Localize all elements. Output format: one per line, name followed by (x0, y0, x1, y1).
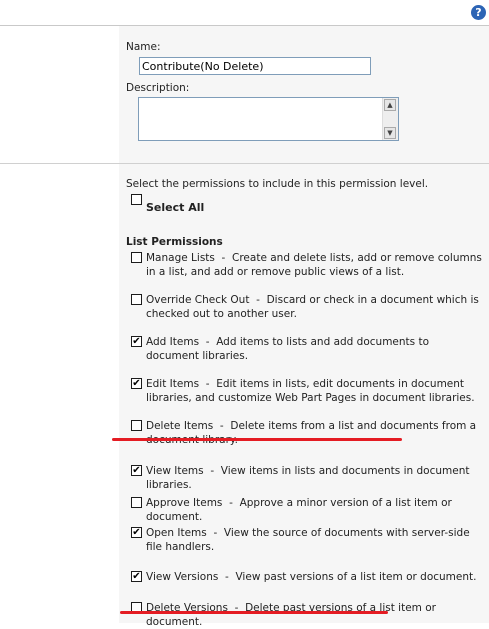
permission-item: View Versions - View past versions of a … (146, 570, 482, 584)
permission-item: View Items - View items in lists and doc… (146, 464, 482, 492)
permission-item: Approve Items - Approve a minor version … (146, 496, 482, 524)
permission-title: Edit Items (146, 378, 200, 390)
permission-item: Open Items - View the source of document… (146, 526, 482, 554)
help-icon[interactable]: ? (471, 5, 486, 20)
permission-item: Delete Versions - Delete past versions o… (146, 601, 482, 629)
permission-separator: - (213, 420, 231, 432)
permission-checkbox[interactable]: ✔ (131, 465, 142, 476)
description-label: Description: (126, 82, 190, 94)
permission-separator: - (249, 294, 267, 306)
permission-separator: - (199, 378, 217, 390)
permission-separator: - (199, 336, 217, 348)
permission-item: Delete Items - Delete items from a list … (146, 419, 482, 447)
description-textarea[interactable]: ▲ ▼ (138, 97, 399, 141)
permission-title: Approve Items (146, 497, 223, 509)
permission-checkbox[interactable] (131, 294, 142, 305)
section-divider (0, 163, 489, 164)
select-all-checkbox[interactable] (131, 194, 142, 205)
scroll-down-icon[interactable]: ▼ (384, 127, 396, 139)
permission-checkbox[interactable] (131, 252, 142, 263)
permission-separator: - (222, 497, 240, 509)
permission-checkbox[interactable]: ✔ (131, 378, 142, 389)
permission-separator: - (214, 252, 233, 264)
permission-title: Delete Items (146, 420, 214, 432)
permission-separator: - (203, 465, 221, 477)
permission-item: Edit Items - Edit items in lists, edit d… (146, 377, 482, 405)
permission-checkbox[interactable]: ✔ (131, 571, 142, 582)
name-input[interactable] (139, 57, 371, 75)
scroll-up-icon[interactable]: ▲ (384, 99, 396, 111)
permission-title: Manage Lists (146, 252, 215, 264)
red-underline-delete-items (112, 438, 402, 441)
permission-item: Override Check Out - Discard or check in… (146, 293, 482, 321)
permission-separator: - (218, 571, 236, 583)
permission-title: View Items (146, 465, 204, 477)
top-bar: ? (0, 0, 489, 26)
permission-title: Add Items (146, 336, 200, 348)
red-underline-delete-versions (120, 611, 388, 614)
list-permissions-heading: List Permissions (126, 236, 223, 248)
name-label: Name: (126, 41, 161, 53)
permission-item: Manage Lists - Create and delete lists, … (146, 251, 482, 279)
permission-description: View past versions of a list item or doc… (235, 571, 477, 583)
permission-checkbox[interactable]: ✔ (131, 336, 142, 347)
select-instructions: Select the permissions to include in thi… (126, 178, 429, 190)
permission-checkbox[interactable] (131, 497, 142, 508)
description-scrollbar[interactable]: ▲ ▼ (382, 98, 398, 140)
permission-item: Add Items - Add items to lists and add d… (146, 335, 482, 363)
permission-title: Override Check Out (146, 294, 250, 306)
select-all-label: Select All (146, 201, 205, 214)
permission-separator: - (206, 527, 224, 539)
permission-checkbox[interactable] (131, 420, 142, 431)
permission-title: Open Items (146, 527, 207, 539)
permission-checkbox[interactable]: ✔ (131, 527, 142, 538)
permission-title: View Versions (146, 571, 219, 583)
